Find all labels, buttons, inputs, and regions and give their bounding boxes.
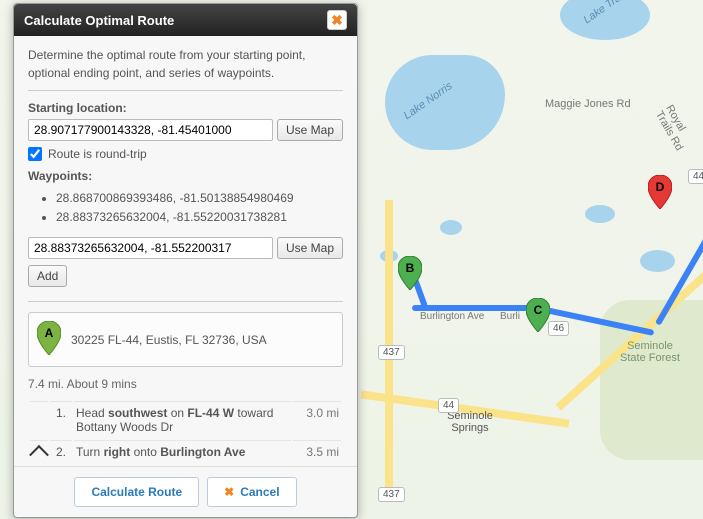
waypoint-item: 28.88373265632004, -81.55220031738281 xyxy=(56,208,343,227)
usemap-wp-button[interactable]: Use Map xyxy=(277,237,343,259)
route-dialog: Calculate Optimal Route ✖ Determine the … xyxy=(13,3,358,518)
svg-text:D: D xyxy=(656,180,665,194)
badge-437a: 437 xyxy=(378,345,405,360)
step-text: Turn right onto Burlington Ave xyxy=(74,440,291,466)
dialog-titlebar[interactable]: Calculate Optimal Route ✖ xyxy=(14,4,357,36)
label-burlington: Burlington Ave xyxy=(420,311,484,322)
step-number: 2. xyxy=(50,440,72,466)
direction-step: 2.Turn right onto Burlington Ave3.5 mi xyxy=(30,440,341,466)
svg-text:C: C xyxy=(534,303,543,317)
roundtrip-checkbox-row[interactable]: Route is round-trip xyxy=(28,147,343,161)
svg-text:B: B xyxy=(406,261,415,275)
cancel-label: Cancel xyxy=(240,485,279,499)
turn-right-icon xyxy=(29,445,49,465)
intro-text: Determine the optimal route from your st… xyxy=(28,46,343,82)
waypoint-input[interactable] xyxy=(28,237,273,259)
pond3 xyxy=(640,250,675,272)
dialog-body: Determine the optimal route from your st… xyxy=(14,36,357,466)
pin-a-icon: A xyxy=(37,321,61,358)
badge-437b: 437 xyxy=(378,487,405,502)
label-seminole-forest: Seminole State Forest xyxy=(615,340,685,364)
stop-a-address: 30225 FL-44, Eustis, FL 32736, USA xyxy=(71,333,267,347)
direction-step: 1.Head southwest on FL-44 W toward Botta… xyxy=(30,401,341,438)
pin-b[interactable]: B xyxy=(398,256,422,290)
start-input[interactable] xyxy=(28,119,273,141)
directions-table: 1.Head southwest on FL-44 W toward Botta… xyxy=(28,399,343,466)
step-text: Head southwest on FL-44 W toward Bottany… xyxy=(74,401,291,438)
badge-44a: 44 xyxy=(438,398,459,413)
label-royal: Royal Trails Rd xyxy=(653,103,700,161)
pond1 xyxy=(440,220,462,235)
waypoint-item: 28.868700869393486, -81.50138854980469 xyxy=(56,189,343,208)
add-button[interactable]: Add xyxy=(28,265,67,287)
route-summary: 7.4 mi. About 9 mins xyxy=(28,377,343,391)
step-distance: 3.5 mi xyxy=(293,440,341,466)
usemap-start-button[interactable]: Use Map xyxy=(277,119,343,141)
separator xyxy=(28,301,343,302)
roundtrip-label: Route is round-trip xyxy=(48,147,147,161)
separator xyxy=(28,90,343,91)
waypoints-label: Waypoints: xyxy=(28,169,343,183)
pin-d[interactable]: D xyxy=(648,175,672,209)
dialog-title: Calculate Optimal Route xyxy=(24,13,174,28)
lake-norris xyxy=(385,55,505,150)
step-distance: 3.0 mi xyxy=(293,401,341,438)
close-button[interactable]: ✖ xyxy=(327,10,347,30)
cancel-button[interactable]: ✖ Cancel xyxy=(207,477,296,507)
close-icon: ✖ xyxy=(331,12,343,29)
cancel-icon: ✖ xyxy=(224,485,234,499)
waypoints-list: 28.868700869393486, -81.50138854980469 2… xyxy=(28,189,343,227)
label-maggie: Maggie Jones Rd xyxy=(545,98,631,110)
calculate-button[interactable]: Calculate Route xyxy=(74,477,199,507)
pin-c[interactable]: C xyxy=(526,298,550,332)
step-number: 1. xyxy=(50,401,72,438)
label-burlington2: Burli xyxy=(500,311,520,322)
badge-46: 46 xyxy=(548,321,569,336)
start-label: Starting location: xyxy=(28,101,343,115)
badge-44b: 44 xyxy=(688,169,703,184)
stop-a-card: A 30225 FL-44, Eustis, FL 32736, USA xyxy=(28,312,343,367)
roundtrip-checkbox[interactable] xyxy=(28,147,42,161)
label-seminole-springs: Seminole Springs xyxy=(440,410,500,434)
svg-text:A: A xyxy=(45,326,54,340)
pond2 xyxy=(585,205,615,223)
dialog-footer: Calculate Route ✖ Cancel xyxy=(14,466,357,517)
